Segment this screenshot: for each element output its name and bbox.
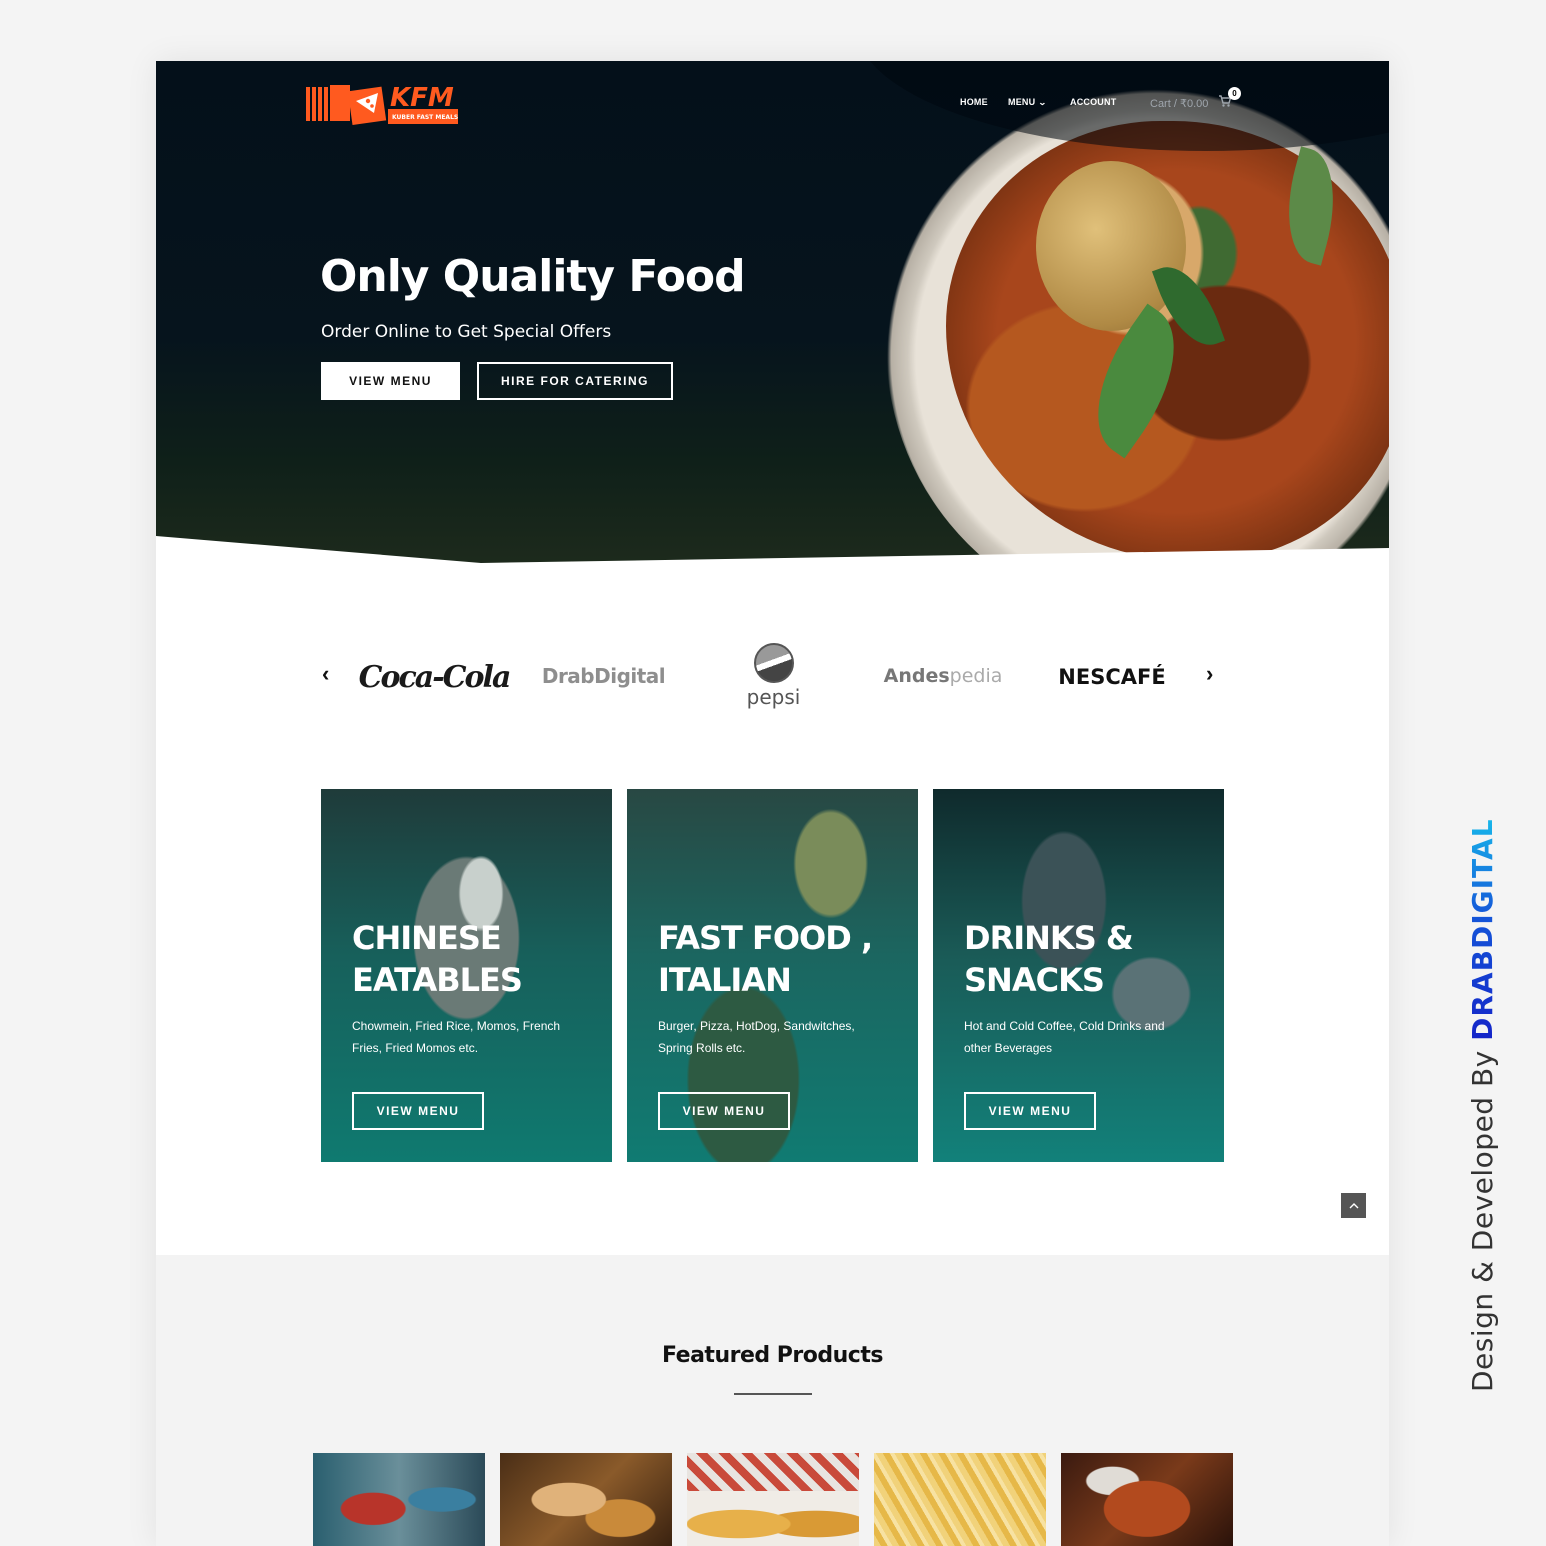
hero-title: Only Quality Food xyxy=(320,251,746,302)
product-image[interactable] xyxy=(1061,1453,1233,1546)
category-title-line: ITALIAN xyxy=(658,961,792,999)
category-card-chinese: CHINESE EATABLES Chowmein, Fried Rice, M… xyxy=(321,789,612,1162)
product-image[interactable] xyxy=(687,1453,859,1546)
category-card-description: Hot and Cold Coffee, Cold Drinks and oth… xyxy=(964,1019,1165,1055)
brand-logo-andespedia: Andes pedia xyxy=(884,661,1003,691)
category-card-description: Burger, Pizza, HotDog, Sandwitches, Spri… xyxy=(658,1019,855,1055)
title-divider xyxy=(734,1393,812,1395)
nav-home[interactable]: HOME xyxy=(960,97,988,107)
hire-for-catering-button[interactable]: HIRE FOR CATERING xyxy=(477,362,673,400)
pepsi-globe-icon xyxy=(753,643,794,683)
nav-account[interactable]: ACCOUNT xyxy=(1070,97,1116,107)
category-title-line: SNACKS xyxy=(964,961,1105,999)
product-image-detail xyxy=(687,1491,859,1546)
hero-section: KFM KUBER FAST MEALS HOME MENU ⌄ ACCOUNT … xyxy=(156,61,1389,563)
category-card-fast-food: FAST FOOD , ITALIAN Burger, Pizza, HotDo… xyxy=(627,789,918,1162)
cart-link[interactable]: Cart / ₹0.00 xyxy=(1150,97,1208,110)
chevron-up-icon xyxy=(1349,1202,1358,1208)
category-view-menu-button[interactable]: VIEW MENU xyxy=(352,1092,484,1130)
hero-subtitle: Order Online to Get Special Offers xyxy=(321,322,612,342)
category-card-title: DRINKS & SNACKS xyxy=(964,917,1134,1001)
category-card-title: FAST FOOD , ITALIAN xyxy=(658,917,873,1001)
nav-menu[interactable]: MENU ⌄ xyxy=(1008,97,1048,107)
category-title-line: FAST FOOD , xyxy=(658,919,873,957)
pepsi-wordmark: pepsi xyxy=(746,685,801,709)
page: KFM KUBER FAST MEALS HOME MENU ⌄ ACCOUNT … xyxy=(156,61,1389,1546)
chevron-down-icon: ⌄ xyxy=(1038,98,1048,107)
category-card-title: CHINESE EATABLES xyxy=(352,917,523,1001)
product-image[interactable] xyxy=(313,1453,485,1546)
cart-count-badge: 0 xyxy=(1228,87,1241,100)
category-title-line: DRINKS & xyxy=(964,919,1134,957)
view-menu-button[interactable]: VIEW MENU xyxy=(321,362,460,400)
product-image[interactable] xyxy=(874,1453,1046,1546)
featured-products-title: Featured Products xyxy=(662,1343,883,1368)
hero-food-detail xyxy=(1036,161,1186,331)
chevron-right-icon[interactable]: › xyxy=(1206,661,1213,687)
chevron-left-icon[interactable]: ‹ xyxy=(322,661,329,687)
category-card-drinks: DRINKS & SNACKS Hot and Cold Coffee, Col… xyxy=(933,789,1224,1162)
category-card-description: Chowmein, Fried Rice, Momos, French Frie… xyxy=(352,1019,561,1055)
brand-logo-coca-cola: Coca-Cola xyxy=(358,659,512,695)
credit-brand: DRABDIGITAL xyxy=(1466,818,1499,1041)
header-overlay xyxy=(856,61,1389,151)
category-title-line: EATABLES xyxy=(352,961,523,999)
brand-logo-pepsi: pepsi xyxy=(736,641,811,711)
andes-word: Andes xyxy=(883,665,950,687)
hero-bottom-shape xyxy=(156,536,1389,576)
andes-suffix: pedia xyxy=(949,665,1003,687)
featured-products-section: Featured Products xyxy=(156,1255,1389,1546)
brand-logo-nescafe: NESCAFÉ xyxy=(1058,665,1166,689)
back-to-top-button[interactable] xyxy=(1341,1193,1366,1218)
brand-logo-drabdigital: DrabDigital xyxy=(541,664,666,688)
category-view-menu-button[interactable]: VIEW MENU xyxy=(964,1092,1096,1130)
logo-text: KFM xyxy=(390,83,454,113)
category-view-menu-button[interactable]: VIEW MENU xyxy=(658,1092,790,1130)
designer-credit: Design & Developed By DRABDIGITAL xyxy=(1466,819,1499,1392)
logo-tagline: KUBER FAST MEALS xyxy=(392,114,458,121)
nav-menu-label[interactable]: MENU xyxy=(1008,97,1035,107)
product-image[interactable] xyxy=(500,1453,672,1546)
kfm-logo[interactable]: KFM KUBER FAST MEALS xyxy=(306,79,466,127)
credit-prefix: Design & Developed By xyxy=(1466,1040,1499,1392)
category-title-line: CHINESE xyxy=(352,919,502,957)
